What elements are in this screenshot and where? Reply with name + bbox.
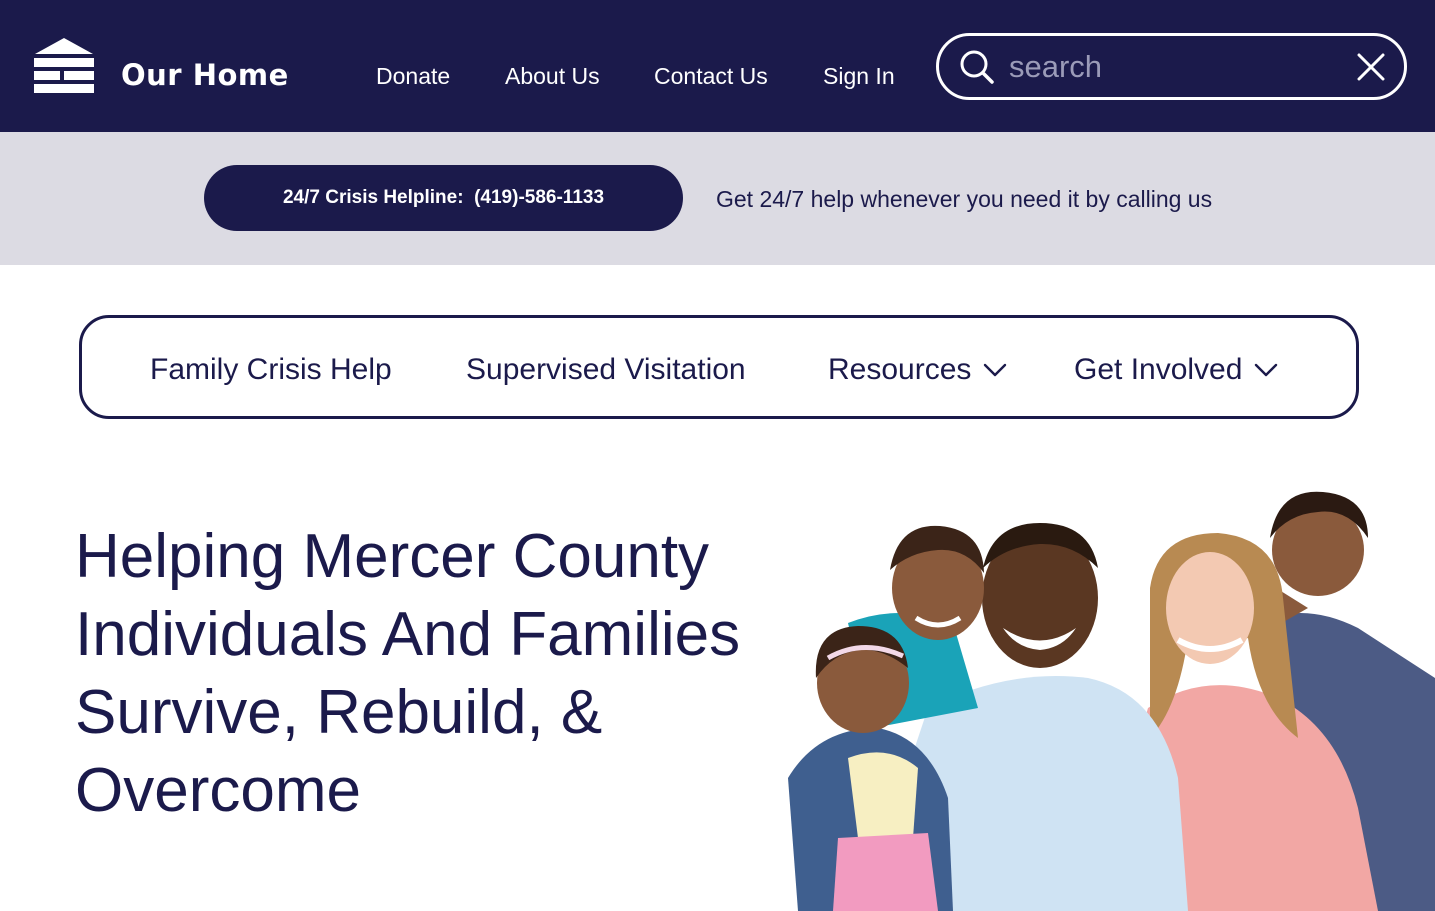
hero-title: Helping Mercer County Individuals And Fa…	[75, 522, 741, 825]
close-icon[interactable]	[1357, 53, 1385, 81]
nav-about-us[interactable]: About Us	[505, 60, 600, 92]
subnav-label: Family Crisis Help	[150, 353, 392, 386]
subnav-label: Supervised Visitation	[466, 353, 746, 386]
subnav-family-crisis-help[interactable]: Family Crisis Help	[150, 351, 392, 389]
nav-sign-in[interactable]: Sign In	[823, 60, 895, 92]
crisis-helpline-button[interactable]: 24/7 Crisis Helpline: (419)-586-1133	[204, 165, 683, 231]
search-box	[936, 33, 1407, 100]
brand-name[interactable]: Our Home	[121, 56, 289, 94]
subnav-supervised-visitation[interactable]: Supervised Visitation	[466, 351, 746, 389]
house-logo-icon[interactable]	[33, 38, 95, 94]
secondary-nav: Family Crisis Help Supervised Visitation…	[79, 315, 1359, 419]
nav-contact-us[interactable]: Contact Us	[654, 60, 768, 92]
subnav-label: Resources	[828, 353, 972, 386]
search-input[interactable]	[1009, 46, 1339, 88]
site-header: Our Home Donate About Us Contact Us Sign…	[0, 0, 1435, 132]
nav-donate[interactable]: Donate	[376, 60, 450, 92]
search-icon[interactable]	[959, 49, 995, 85]
chevron-down-icon	[1255, 363, 1278, 377]
helpline-message: Get 24/7 help whenever you need it by ca…	[716, 186, 1213, 212]
subnav-get-involved[interactable]: Get Involved	[1074, 351, 1278, 389]
subnav-label: Get Involved	[1074, 353, 1243, 386]
chevron-down-icon	[984, 363, 1007, 377]
helpline-band: 24/7 Crisis Helpline: (419)-586-1133 Get…	[0, 132, 1435, 265]
subnav-resources[interactable]: Resources	[828, 351, 1007, 389]
family-photo	[788, 491, 1435, 911]
